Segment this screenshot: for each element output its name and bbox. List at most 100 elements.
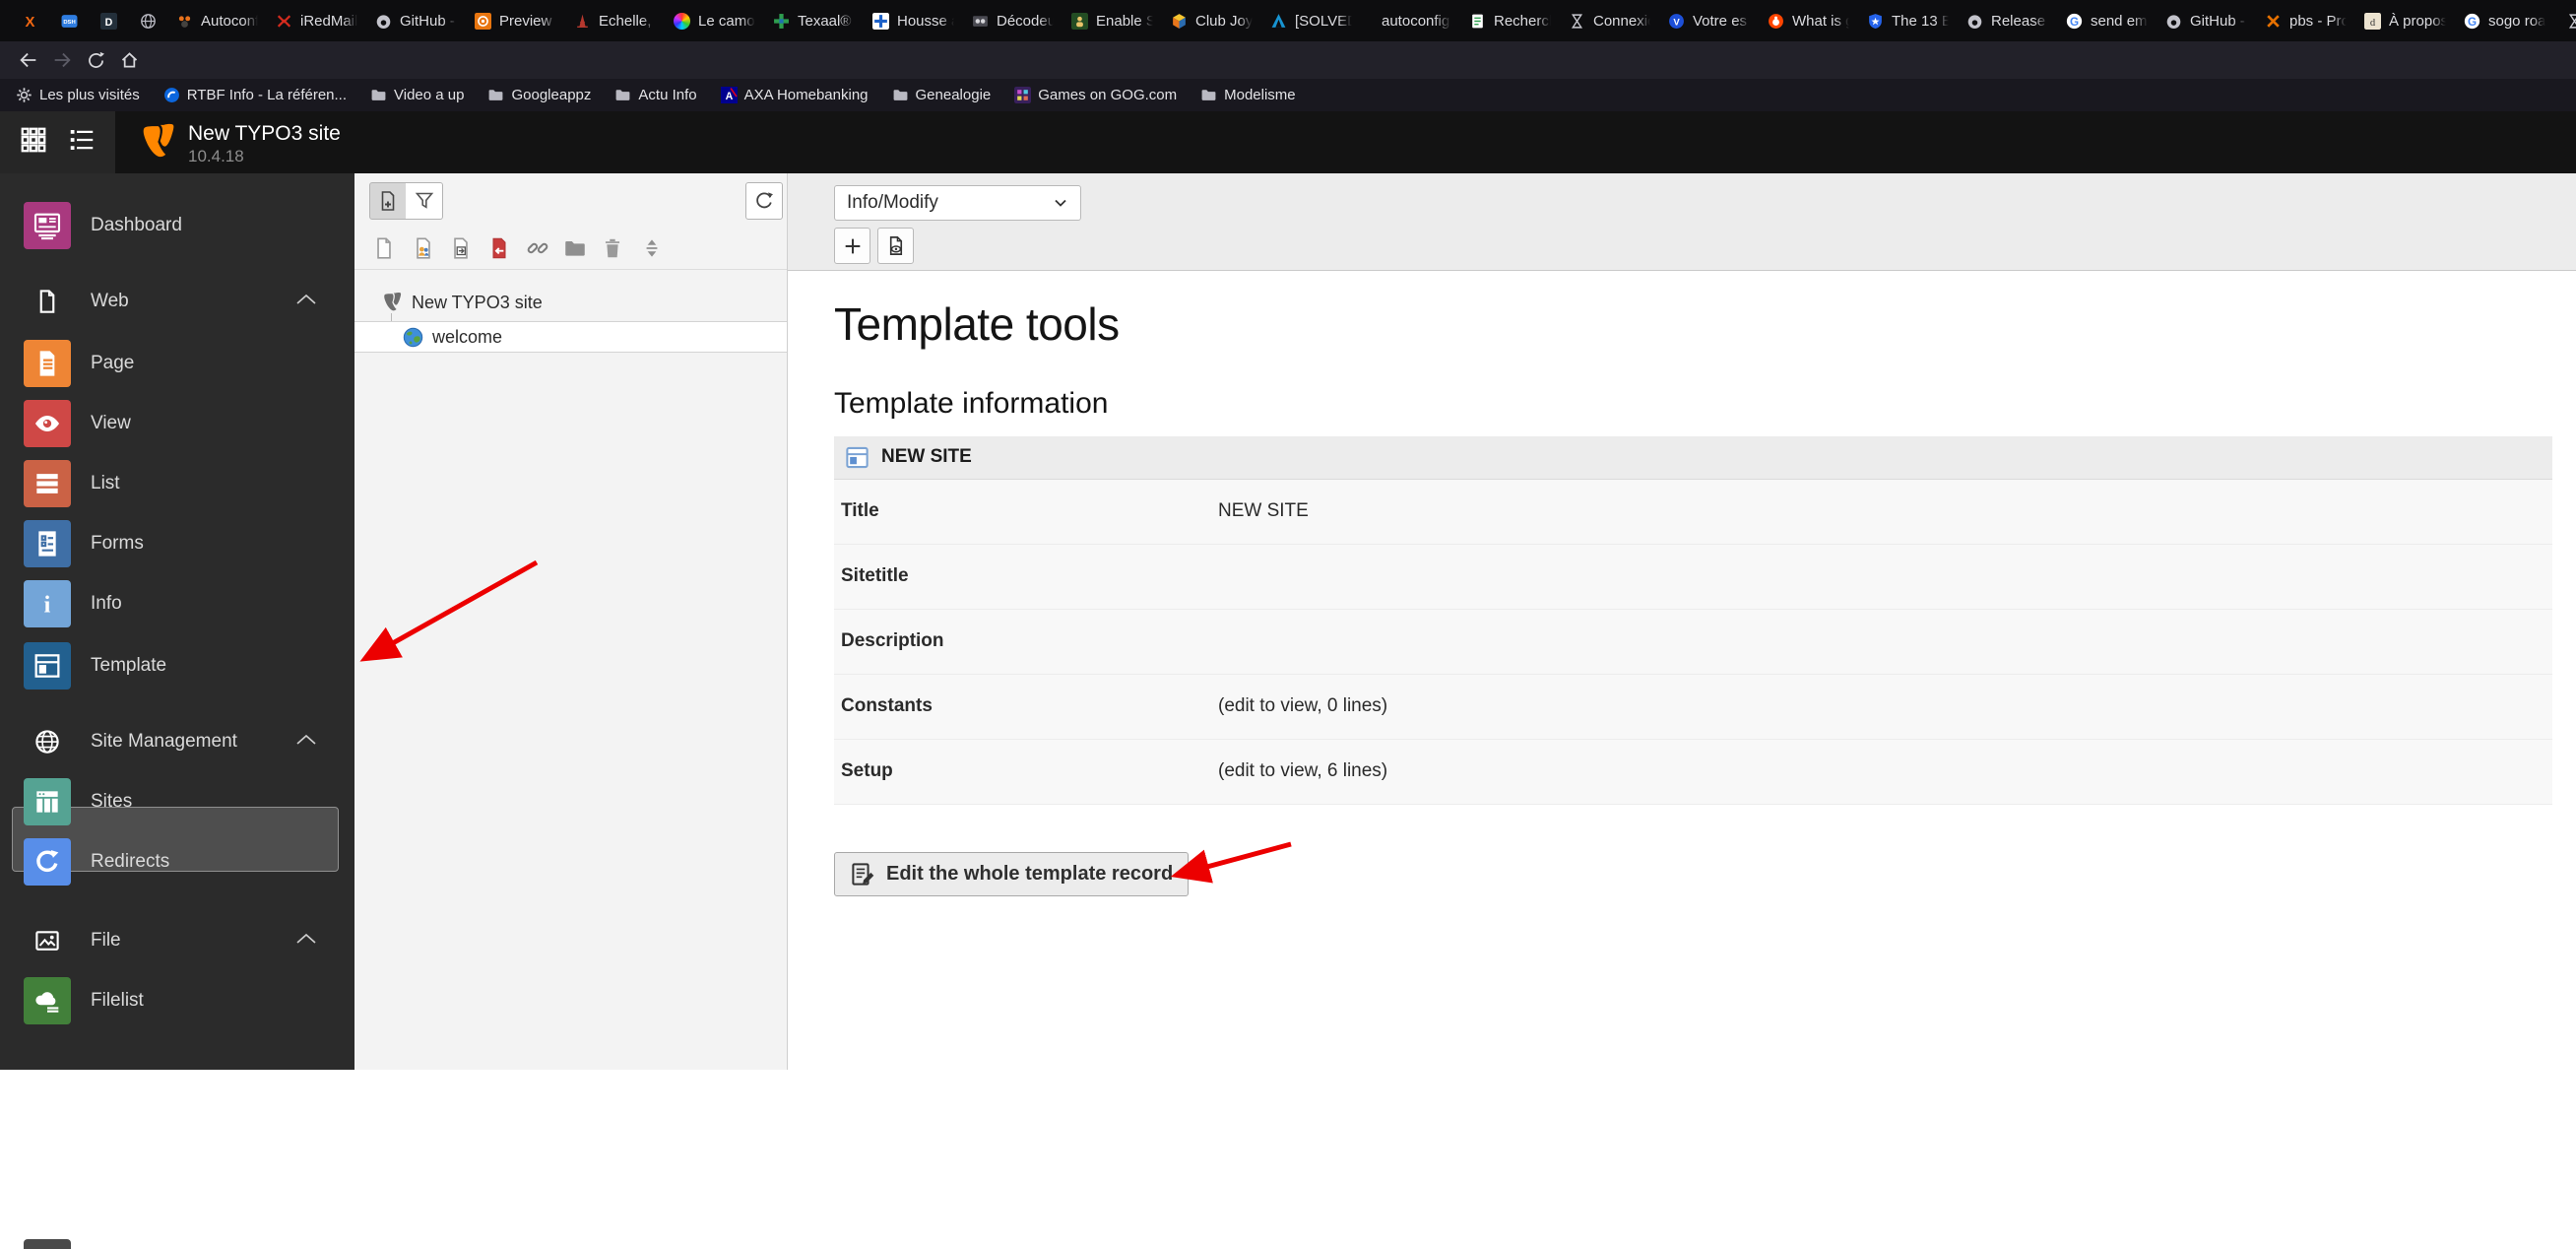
browser-tab[interactable]: dÀ propos [2356,4,2454,37]
list-icon [24,460,71,507]
browser-tab[interactable]: Décodeu [964,4,1062,37]
chevron-up-icon[interactable] [295,293,317,311]
bookmark-item[interactable]: Actu Info [614,87,696,103]
browser-tab[interactable] [2555,4,2576,37]
browser-tab[interactable]: Enable S [1063,4,1161,37]
tab-label: Votre es [1693,13,1750,30]
back-button[interactable] [12,45,45,75]
pagetree-root-node[interactable]: New TYPO3 site [354,288,787,317]
forward-arrow-icon [51,49,73,71]
sidebar-item-file[interactable]: File [0,921,354,960]
chevron-up-icon[interactable] [295,932,317,951]
edit-template-record-button[interactable]: Edit the whole template record [834,852,1189,896]
sidebar-item-view[interactable]: View [0,400,354,447]
modulemenu-toggle-icon[interactable] [19,125,48,160]
github-favicon [2165,13,2182,30]
drag-page-mount-icon[interactable] [484,233,514,263]
sidebar-item-list[interactable]: List [0,460,354,507]
browser-tab[interactable]: Texaal® [765,4,863,37]
xorg-favicon: X [22,13,38,30]
sidebar-item-label: Forms [91,533,144,555]
browser-tab[interactable]: Autoconf [168,4,266,37]
sidebar-item-web[interactable]: Web [0,282,354,321]
new-page-button[interactable] [369,182,407,220]
sidebar-item-sites[interactable]: Sites [0,778,354,825]
browser-tab[interactable]: DSH [50,4,88,37]
bookmark-item[interactable]: Games on GOG.com [1014,87,1177,103]
sidebar-item-filelist[interactable]: Filelist [0,977,354,1024]
google-favicon: G [2066,13,2083,30]
sidebar-item-dashboard[interactable]: Dashboard [0,202,354,249]
browser-tab[interactable]: V Votre es [1660,4,1758,37]
browser-tab[interactable]: Recherch [1461,4,1559,37]
browser-tab[interactable]: Le camou [666,4,763,37]
bookmark-label: RTBF Info - La référen... [187,87,347,103]
bookmark-item[interactable]: Modelisme [1200,87,1296,103]
browser-tab[interactable]: Club Joy [1163,4,1260,37]
browser-tab[interactable]: The 13 B [1859,4,1957,37]
drag-new-page-icon[interactable] [369,233,399,263]
link-icon[interactable] [523,233,552,263]
reload-button[interactable] [79,45,112,75]
sidebar-item-page[interactable]: Page [0,340,354,387]
drag-page-users-icon[interactable] [409,233,438,263]
browser-tab[interactable]: X [11,4,48,37]
dashboard-icon [24,202,71,249]
chevron-up-icon[interactable] [295,733,317,752]
browser-tab[interactable] [129,4,166,37]
sidebar-item-label: View [91,413,131,434]
browser-tab[interactable]: Housse a [865,4,962,37]
pagetree-toggle-icon[interactable] [67,125,97,160]
refresh-tree-button[interactable] [745,182,783,220]
film-favicon [972,13,989,30]
tab-label: GitHub - [400,13,457,30]
create-new-button[interactable] [834,228,870,264]
sidebar-item-info[interactable]: iInfo [0,580,354,627]
figure-favicon [1071,13,1088,30]
bookmark-item[interactable]: Les plus visités [16,87,140,103]
bookmark-item[interactable]: Video a up [370,87,464,103]
sidebar-item-label: File [91,930,121,952]
pagetree-selected-node[interactable]: welcome [354,321,787,353]
browser-tab[interactable]: Echelle, e [566,4,664,37]
bookmark-label: Googleappz [511,87,591,103]
browser-tab[interactable]: GitHub - [367,4,465,37]
svg-text:V: V [1673,17,1680,28]
view-mode-select[interactable]: Info/Modify [834,185,1081,221]
bookmark-item[interactable]: Googleappz [487,87,591,103]
folder-icon [1200,87,1217,103]
browser-tab[interactable]: Gsogo roa [2456,4,2553,37]
sidebar-item-template[interactable]: Template [0,642,354,690]
bookmark-item[interactable]: Genealogie [892,87,992,103]
filter-button[interactable] [406,182,443,220]
tab-label: Enable S [1096,13,1153,30]
view-page-button[interactable] [877,228,914,264]
browser-tab[interactable]: Gsend em [2058,4,2156,37]
browser-tab[interactable]: Release [1959,4,2056,37]
collapse-expand-icon[interactable] [637,233,667,263]
bookmark-item[interactable]: RTBF Info - La référen... [163,87,347,103]
drag-page-shortcut-icon[interactable] [446,233,476,263]
bookmark-item[interactable]: AAXA Homebanking [721,87,869,103]
pagetree-root-label: New TYPO3 site [412,293,543,313]
browser-tab[interactable]: pbs - Pro [2257,4,2354,37]
browser-tab[interactable]: Preview [467,4,564,37]
trash-icon[interactable] [598,233,627,263]
browser-tab[interactable]: autoconfig.s [1362,4,1459,37]
typo3-topbar: New TYPO3 site 10.4.18 [0,111,2576,173]
sidebar-item-redirects[interactable]: Redirects [0,838,354,886]
browser-tab[interactable]: What is g [1760,4,1857,37]
browser-tab[interactable]: [SOLVED] [1262,4,1360,37]
browser-tab[interactable]: Connexio [1561,4,1658,37]
tab-label: [SOLVED] [1295,13,1352,30]
home-button[interactable] [112,45,146,75]
sidebar-item-site-management[interactable]: Site Management [0,722,354,761]
tab-label: Housse a [897,13,954,30]
browser-tab[interactable]: GitHub - [2157,4,2255,37]
forward-button[interactable] [45,45,79,75]
folder-icon[interactable] [560,233,590,263]
gear-icon [16,87,32,103]
sidebar-item-forms[interactable]: Forms [0,520,354,567]
browser-tab[interactable]: iRedMail [268,4,365,37]
browser-tab[interactable]: D [90,4,127,37]
